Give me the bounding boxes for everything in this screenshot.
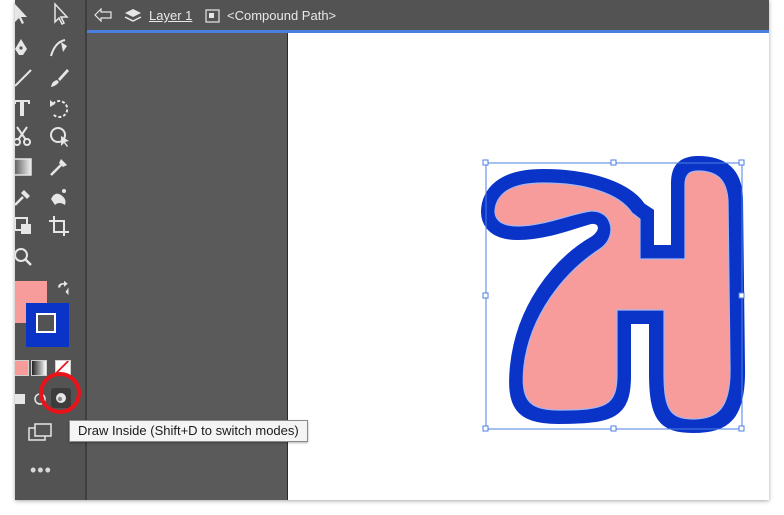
blend-icon[interactable]	[47, 155, 71, 179]
gradient-button[interactable]	[31, 360, 47, 376]
compound-path-inner-fill	[494, 170, 731, 420]
breadcrumb-layer[interactable]: Layer 1	[149, 8, 192, 23]
layers-icon	[123, 8, 143, 22]
canvas-artwork[interactable]	[288, 33, 769, 500]
gradient-icon[interactable]	[15, 155, 35, 179]
line-icon[interactable]	[15, 66, 35, 90]
direct-selection-icon[interactable]	[49, 2, 73, 26]
shape-builder-icon[interactable]	[47, 124, 71, 148]
draw-normal-icon[interactable]	[15, 388, 31, 408]
edit-toolbar-button[interactable]: •••	[30, 460, 52, 481]
curvature-icon[interactable]	[47, 36, 71, 60]
breadcrumb-compound-path[interactable]: <Compound Path>	[227, 8, 336, 23]
pen-icon[interactable]	[15, 36, 33, 60]
symbol-sprayer-icon[interactable]	[47, 185, 71, 209]
color-button[interactable]	[15, 360, 29, 376]
selection-icon[interactable]	[15, 2, 33, 26]
artboard-icon[interactable]	[47, 214, 71, 238]
change-screen-mode-icon[interactable]	[27, 420, 55, 444]
rotate-icon[interactable]	[47, 96, 71, 120]
draw-inside-tooltip: Draw Inside (Shift+D to switch modes)	[69, 420, 308, 442]
swap-fill-stroke-icon[interactable]	[55, 280, 73, 298]
highlight-circle	[39, 372, 81, 414]
stroke-color-swatch[interactable]	[26, 303, 69, 347]
scissors-icon[interactable]	[15, 124, 35, 148]
isolation-breadcrumb-bar: Layer 1 <Compound Path>	[87, 0, 769, 30]
stroke-swatch-hole	[36, 313, 56, 333]
brush-icon[interactable]	[47, 66, 71, 90]
back-arrow-icon[interactable]	[93, 8, 113, 22]
type-icon[interactable]	[15, 96, 35, 120]
zoom-icon[interactable]	[15, 245, 35, 269]
artboard[interactable]	[287, 33, 769, 500]
free-transform-icon[interactable]	[15, 214, 35, 238]
compound-path-icon	[205, 9, 221, 23]
eyedropper-icon[interactable]	[15, 185, 35, 209]
